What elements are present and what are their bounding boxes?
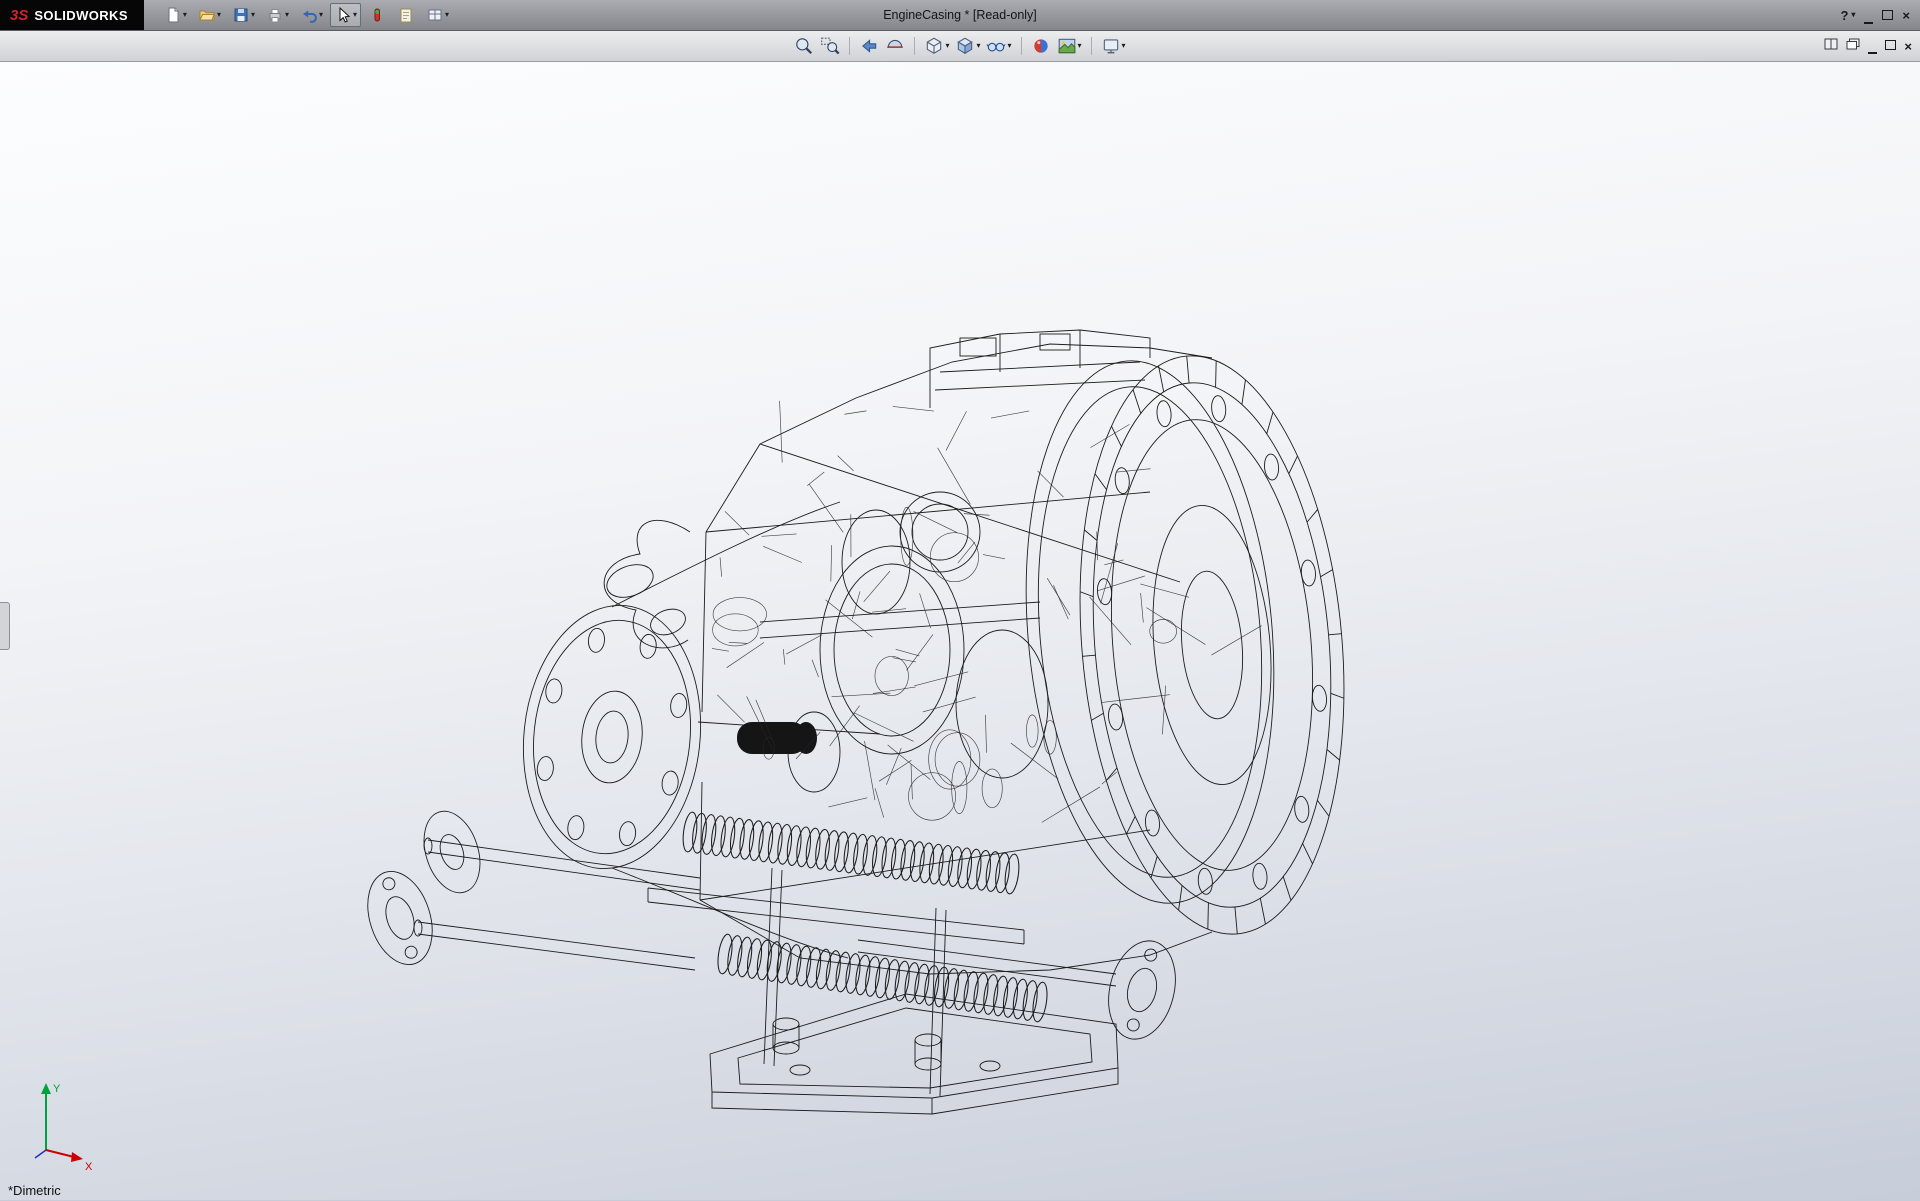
cascade-panes-button[interactable] [1846, 37, 1860, 55]
view-settings-button[interactable]: ▾ [1099, 34, 1128, 58]
toolbar-separator [849, 37, 850, 55]
z-axis [35, 1150, 46, 1158]
view-orientation-button[interactable]: ▾ [922, 34, 951, 58]
solidworks-window: 3S SOLIDWORKS ▾ ▾ ▾ ▾ [0, 0, 1920, 1200]
rebuild-button[interactable] [364, 3, 390, 27]
new-document-icon [164, 6, 182, 24]
document-close-button[interactable]: × [1904, 40, 1912, 53]
tile-panes-button[interactable] [1824, 37, 1838, 55]
document-restore-button[interactable] [1885, 37, 1896, 55]
zoom-to-area-icon [820, 36, 840, 56]
save-icon [232, 6, 250, 24]
apply-scene-icon [1057, 36, 1077, 56]
minimize-button[interactable] [1864, 9, 1873, 22]
open-folder-icon [198, 6, 216, 24]
x-axis-label: X [85, 1161, 93, 1173]
window-title: EngineCasing * [Read-only] [883, 8, 1037, 22]
file-properties-button[interactable] [393, 3, 419, 27]
select-button[interactable]: ▾ [330, 3, 361, 27]
apply-scene-button[interactable]: ▾ [1055, 34, 1084, 58]
close-button[interactable]: × [1902, 9, 1910, 22]
options-button[interactable]: ▾ [422, 3, 453, 27]
rebuild-icon [368, 6, 386, 24]
options-icon [426, 6, 444, 24]
titlebar: 3S SOLIDWORKS ▾ ▾ ▾ ▾ [0, 0, 1920, 31]
reference-triad[interactable]: Y X [12, 1074, 122, 1184]
new-document-button[interactable]: ▾ [160, 3, 191, 27]
cascade-panes-icon [1846, 38, 1860, 50]
edit-appearance-button[interactable] [1029, 34, 1053, 58]
headsup-row: ▾ ▾ ▾ ▾ [0, 31, 1920, 62]
main-toolbar: ▾ ▾ ▾ ▾ ▾ [160, 3, 453, 27]
undo-icon [300, 6, 318, 24]
toolbar-separator [914, 37, 915, 55]
featuremanager-collapsed-tab[interactable] [0, 602, 10, 650]
solidworks-logo: 3S SOLIDWORKS [0, 0, 144, 30]
zoom-to-fit-icon [794, 36, 814, 56]
print-button[interactable]: ▾ [262, 3, 293, 27]
x-axis-arrow [71, 1152, 83, 1162]
view-settings-icon [1101, 36, 1121, 56]
select-cursor-icon [334, 6, 352, 24]
minimize-icon [1864, 22, 1873, 24]
brand-name: SOLIDWORKS [34, 8, 128, 23]
display-style-button[interactable]: ▾ [953, 34, 982, 58]
document-minimize-button[interactable] [1868, 37, 1877, 55]
window-controls: ? ▾ × [1840, 8, 1920, 23]
zoom-to-area-button[interactable] [818, 34, 842, 58]
graphics-viewport[interactable]: Y X *Dimetric [0, 62, 1920, 1200]
view-orientation-icon [924, 36, 944, 56]
edit-appearance-icon [1031, 36, 1051, 56]
toolbar-separator [1021, 37, 1022, 55]
tile-panes-icon [1824, 38, 1838, 50]
save-button[interactable]: ▾ [228, 3, 259, 27]
section-view-icon [885, 36, 905, 56]
wireframe-model[interactable] [0, 62, 1920, 1201]
undo-button[interactable]: ▾ [296, 3, 327, 27]
display-style-icon [955, 36, 975, 56]
restore-button[interactable] [1882, 9, 1893, 22]
dassault-3ds-logo-icon: 3S [10, 7, 28, 24]
hide-show-items-icon [986, 36, 1006, 56]
help-button[interactable]: ? ▾ [1840, 8, 1855, 23]
document-window-controls: × [1824, 31, 1912, 61]
print-icon [266, 6, 284, 24]
view-orientation-label: *Dimetric [8, 1183, 61, 1198]
headsup-view-toolbar: ▾ ▾ ▾ ▾ [792, 34, 1127, 58]
previous-view-icon [859, 36, 879, 56]
zoom-to-fit-button[interactable] [792, 34, 816, 58]
restore-icon [1885, 40, 1896, 50]
section-view-button[interactable] [883, 34, 907, 58]
hide-show-items-button[interactable]: ▾ [984, 34, 1013, 58]
minimize-icon [1868, 52, 1877, 54]
y-axis-arrow [41, 1083, 51, 1094]
help-icon: ? [1840, 8, 1848, 23]
toolbar-separator [1091, 37, 1092, 55]
previous-view-button[interactable] [857, 34, 881, 58]
open-button[interactable]: ▾ [194, 3, 225, 27]
y-axis-label: Y [53, 1083, 61, 1095]
file-properties-icon [397, 6, 415, 24]
restore-icon [1882, 10, 1893, 20]
